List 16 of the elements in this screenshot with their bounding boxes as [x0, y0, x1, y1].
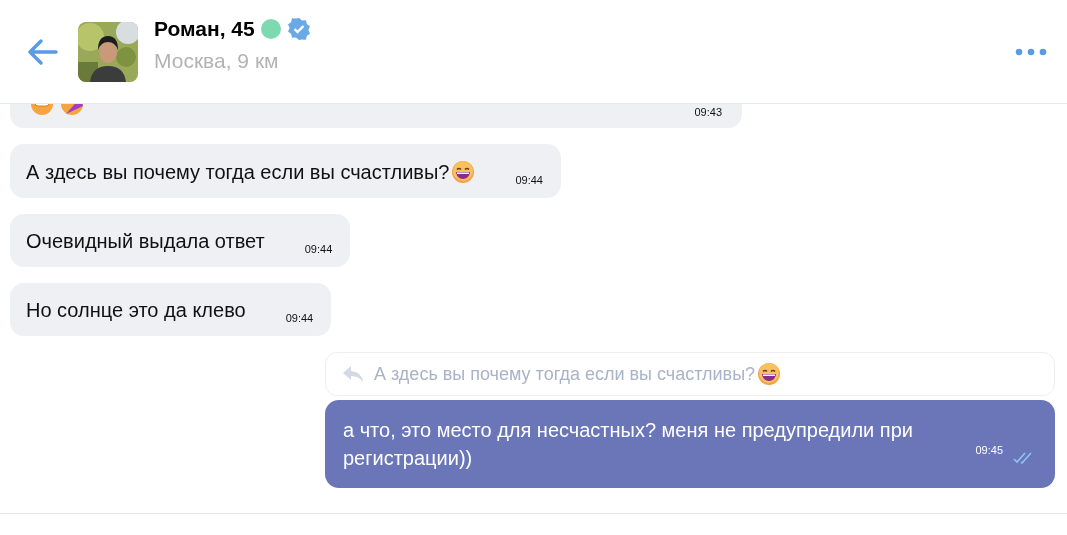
message-text: а что, это место для несчастных? меня не предупредили при регистрации)): [343, 418, 914, 471]
message-text: Очевидный выдала ответ: [26, 230, 265, 253]
message-text: Но солнце это да клево: [26, 299, 246, 322]
message-time: 09:45: [975, 443, 1003, 458]
message-time: 09:44: [304, 243, 333, 255]
reply-icon: [342, 365, 364, 383]
message-text: А здесь вы почему тогда если вы счастливы?: [26, 160, 450, 184]
message-time: 09:44: [285, 312, 314, 324]
quoted-text: А здесь вы почему тогда если вы счастливы?: [374, 363, 756, 385]
contact-name: Роман, 45: [154, 16, 255, 41]
message-time: 09:43: [694, 106, 722, 118]
reply-quote[interactable]: А здесь вы почему тогда если вы счастливы?: [325, 352, 1055, 396]
more-icon[interactable]: [1015, 47, 1047, 56]
back-arrow-icon[interactable]: [26, 37, 58, 66]
message-time: 09:44: [515, 174, 543, 186]
contact-location: Москва, 9 км: [154, 48, 280, 73]
